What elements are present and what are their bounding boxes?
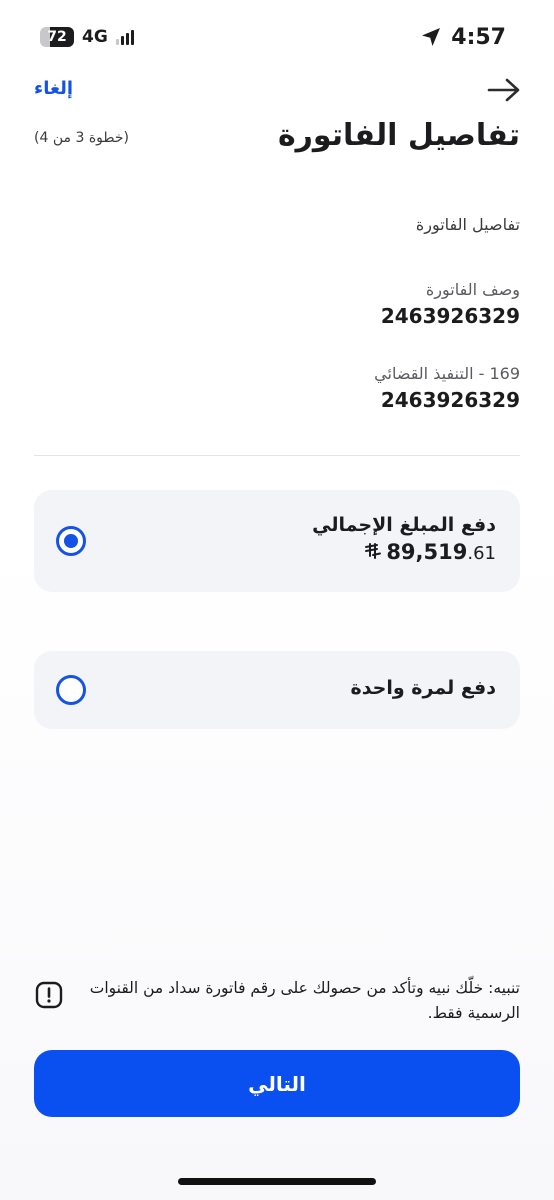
network-type: 4G	[82, 27, 108, 47]
status-bar: 72 4G 4:57	[0, 0, 554, 70]
radio-button-unselected[interactable]	[56, 675, 86, 705]
field-label: 169 - التنفيذ القضائي	[374, 364, 520, 383]
invoice-description-field: وصف الفاتورة 2463926329	[34, 280, 520, 330]
signal-bar	[125, 33, 129, 45]
signal-icon	[115, 29, 134, 45]
option-text: دفع المبلغ الإجمالي 89,519 .61	[312, 514, 496, 564]
signal-bar	[130, 30, 134, 45]
step-indicator: (خطوة 3 من 4)	[34, 130, 129, 146]
sar-currency-icon	[364, 543, 382, 564]
option-pay-total[interactable]: دفع المبلغ الإجمالي 89,519 .61	[34, 490, 520, 592]
exclamation-square-icon	[34, 980, 64, 1010]
amount: 89,519 .61	[312, 540, 496, 564]
field-value: 2463926329	[380, 304, 520, 328]
signal-bar	[120, 36, 124, 45]
battery-icon: 72	[40, 27, 74, 47]
page-title: تفاصيل الفاتورة	[277, 118, 520, 153]
amount-integer: 89,519	[386, 540, 468, 564]
section-label: تفاصيل الفاتورة	[415, 215, 520, 234]
option-title: دفع لمرة واحدة	[350, 677, 496, 699]
divider	[34, 455, 520, 456]
screen: 72 4G 4:57 إلغاء تفاصيل الفاتورة (خطوة 3…	[0, 0, 554, 1200]
back-button[interactable]	[484, 74, 524, 106]
biller-field: 169 - التنفيذ القضائي 2463926329	[34, 364, 520, 414]
option-pay-once[interactable]: دفع لمرة واحدة	[34, 651, 520, 729]
location-arrow-icon	[422, 28, 441, 46]
invoice-details: تفاصيل الفاتورة وصف الفاتورة 2463926329 …	[34, 215, 520, 414]
next-button[interactable]: التالي	[34, 1050, 520, 1117]
option-title: دفع المبلغ الإجمالي	[312, 514, 496, 536]
arrow-right-icon	[487, 78, 520, 102]
warning-text: تنبيه: خلّك نبيه وتأكد من حصولك على رقم …	[89, 979, 520, 1022]
status-left: 72 4G	[40, 26, 134, 48]
signal-bar	[115, 39, 119, 45]
field-label: وصف الفاتورة	[425, 280, 520, 299]
cancel-button[interactable]: إلغاء	[34, 78, 73, 99]
radio-button-selected[interactable]	[56, 526, 86, 556]
field-value: 2463926329	[380, 388, 520, 412]
option-text: دفع لمرة واحدة	[350, 677, 496, 699]
status-right: 4:57	[421, 22, 506, 52]
radio-dot	[64, 534, 78, 548]
home-indicator	[178, 1178, 376, 1185]
battery-level: 72	[47, 29, 67, 45]
status-time: 4:57	[451, 24, 506, 50]
amount-decimal: .61	[467, 543, 496, 564]
